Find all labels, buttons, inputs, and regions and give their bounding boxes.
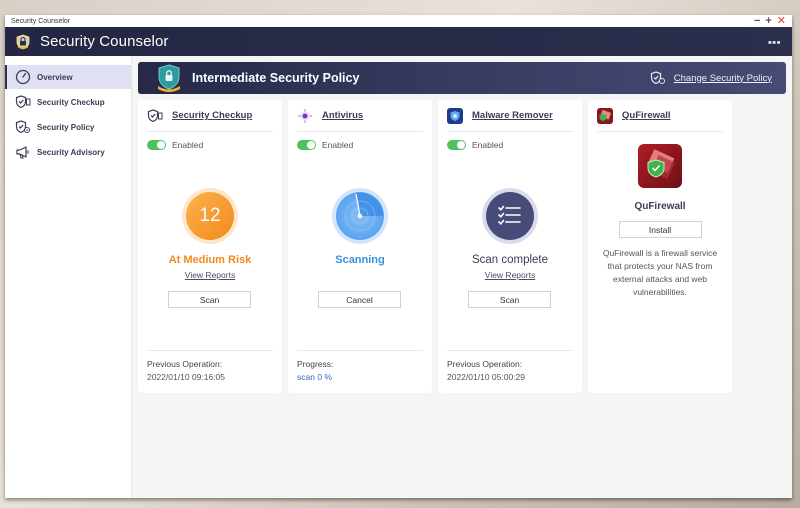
card-header: Antivirus bbox=[297, 106, 423, 132]
progress-label: Progress: bbox=[297, 359, 334, 369]
card-footer: Previous Operation: 2022/01/10 09:16:05 bbox=[147, 350, 273, 382]
megaphone-icon bbox=[16, 146, 29, 159]
radar-icon bbox=[336, 192, 384, 240]
sidebar: Overview Security Checkup Security Polic… bbox=[5, 56, 132, 498]
sidebar-item-overview[interactable]: Overview bbox=[5, 65, 131, 89]
malware-remover-card: Malware Remover Enabled Scan complete Vi… bbox=[438, 100, 582, 393]
progress-value: scan 0 % bbox=[297, 372, 332, 382]
qufirewall-logo bbox=[638, 144, 682, 188]
app-body: Overview Security Checkup Security Polic… bbox=[5, 56, 792, 498]
app-title: Security Counselor bbox=[40, 33, 169, 50]
card-header: Security Checkup bbox=[147, 106, 273, 132]
scanning-radar bbox=[332, 188, 388, 244]
change-security-policy-link[interactable]: Change Security Policy bbox=[650, 70, 772, 86]
security-policy-banner: Intermediate Security Policy Change Secu… bbox=[138, 62, 786, 94]
previous-operation-label: Previous Operation: bbox=[447, 359, 523, 369]
window-controls: − + ✕ bbox=[754, 15, 786, 27]
card-footer: Previous Operation: 2022/01/10 05:00:29 bbox=[447, 350, 573, 382]
risk-count: 12 bbox=[186, 192, 234, 240]
enabled-row: Enabled bbox=[297, 140, 423, 150]
antivirus-card: Antivirus Enabled Scanning Cancel Progre… bbox=[288, 100, 432, 393]
gauge-icon bbox=[15, 69, 31, 85]
enabled-toggle[interactable] bbox=[147, 140, 166, 150]
enabled-toggle[interactable] bbox=[447, 140, 466, 150]
card-title-link[interactable]: Security Checkup bbox=[172, 110, 252, 121]
cancel-button[interactable]: Cancel bbox=[318, 291, 401, 308]
qufirewall-name: QuFirewall bbox=[634, 201, 686, 212]
view-reports-link[interactable]: View Reports bbox=[485, 270, 535, 280]
main-content: Intermediate Security Policy Change Secu… bbox=[132, 56, 792, 498]
shield-gear-icon bbox=[650, 71, 665, 85]
previous-operation-value: 2022/01/10 05:00:29 bbox=[447, 372, 525, 382]
app-logo-icon bbox=[16, 34, 30, 49]
card-title-link[interactable]: QuFirewall bbox=[622, 110, 671, 121]
status-area: Scan complete View Reports bbox=[438, 188, 582, 280]
status-area: Scanning bbox=[288, 188, 432, 266]
status-text: Scan complete bbox=[471, 254, 549, 266]
qufirewall-icon bbox=[597, 107, 613, 124]
scan-complete-badge bbox=[482, 188, 538, 244]
sidebar-item-security-policy[interactable]: Security Policy bbox=[5, 115, 131, 139]
qufirewall-promo: QuFirewall Install QuFirewall is a firew… bbox=[588, 144, 732, 299]
sidebar-item-label: Security Advisory bbox=[37, 147, 105, 157]
card-header: Malware Remover bbox=[447, 106, 573, 132]
card-title-link[interactable]: Antivirus bbox=[322, 110, 363, 121]
feature-cards: Security Checkup Enabled 12 At Medium Ri… bbox=[138, 100, 786, 393]
sidebar-item-label: Security Checkup bbox=[37, 97, 105, 107]
sidebar-item-security-advisory[interactable]: Security Advisory bbox=[5, 140, 131, 164]
app-window: Security Counselor − + ✕ Security Counse… bbox=[5, 15, 792, 498]
toggle-label: Enabled bbox=[472, 140, 504, 150]
view-reports-link[interactable]: View Reports bbox=[185, 270, 235, 280]
malware-remover-icon bbox=[447, 107, 463, 124]
shield-check-icon bbox=[15, 95, 31, 109]
risk-count-badge: 12 bbox=[182, 188, 238, 244]
previous-operation-value: 2022/01/10 09:16:05 bbox=[147, 372, 225, 382]
shield-lock-icon bbox=[158, 64, 180, 92]
status-area: 12 At Medium Risk View Reports bbox=[138, 188, 282, 280]
checklist-icon bbox=[486, 192, 534, 240]
banner-title: Intermediate Security Policy bbox=[192, 71, 360, 85]
app-header: Security Counselor ⋮ bbox=[5, 27, 792, 56]
install-button[interactable]: Install bbox=[618, 221, 702, 238]
enabled-row: Enabled bbox=[447, 140, 573, 150]
sidebar-item-label: Overview bbox=[37, 72, 73, 82]
enabled-toggle[interactable] bbox=[297, 140, 316, 150]
security-checkup-card: Security Checkup Enabled 12 At Medium Ri… bbox=[138, 100, 282, 393]
window-titlebar: Security Counselor − + ✕ bbox=[5, 15, 792, 27]
toggle-label: Enabled bbox=[172, 140, 204, 150]
scan-button[interactable]: Scan bbox=[468, 291, 551, 308]
antivirus-target-icon bbox=[298, 108, 312, 123]
kebab-menu-icon[interactable]: ⋮ bbox=[764, 35, 782, 49]
card-title-link[interactable]: Malware Remover bbox=[472, 110, 553, 121]
shield-gear-icon bbox=[15, 120, 30, 134]
sidebar-item-security-checkup[interactable]: Security Checkup bbox=[5, 90, 131, 114]
toggle-label: Enabled bbox=[322, 140, 354, 150]
sidebar-item-label: Security Policy bbox=[37, 122, 95, 132]
firewall-shield-icon bbox=[647, 149, 675, 179]
window-title: Security Counselor bbox=[11, 17, 71, 25]
close-button[interactable]: ✕ bbox=[777, 15, 786, 27]
shield-check-icon bbox=[147, 108, 163, 122]
qufirewall-description: QuFirewall is a firewall service that pr… bbox=[602, 248, 718, 297]
enabled-row: Enabled bbox=[147, 140, 273, 150]
status-text: Scanning bbox=[335, 254, 385, 266]
qufirewall-card: QuFirewall QuFirewall Install QuFirewall… bbox=[588, 100, 732, 393]
change-security-policy-label: Change Security Policy bbox=[673, 72, 772, 84]
card-footer: Progress: scan 0 % bbox=[297, 350, 423, 382]
scan-button[interactable]: Scan bbox=[168, 291, 251, 308]
status-text: At Medium Risk bbox=[168, 254, 252, 266]
minimize-button[interactable]: − bbox=[754, 15, 760, 27]
previous-operation-label: Previous Operation: bbox=[147, 359, 223, 369]
card-header: QuFirewall bbox=[597, 106, 723, 132]
maximize-button[interactable]: + bbox=[765, 15, 771, 27]
